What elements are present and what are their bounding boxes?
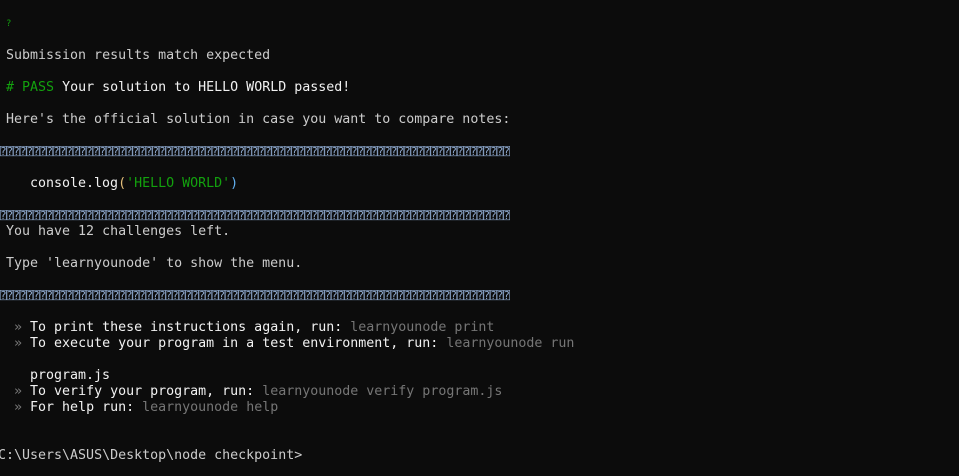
command-prompt[interactable]: C:\Users\ASUS\Desktop\node checkpoint> <box>0 448 302 464</box>
code-paren: ( <box>118 176 127 191</box>
code-paren: ) <box>230 176 239 191</box>
pass-line: # PASS Your solution to HELLO WORLD pass… <box>6 80 350 96</box>
bullet-icon: » <box>14 384 23 399</box>
instruction-print: » To print these instructions again, run… <box>14 320 494 336</box>
instruction-help: » For help run: learnyounode help <box>14 400 278 416</box>
solution-code: console.log('HELLO WORLD') <box>30 176 238 192</box>
match-message: Submission results match expected <box>6 48 271 63</box>
instruction-text: For help run: <box>30 400 135 415</box>
status-glyph-icon: ? <box>6 19 12 29</box>
instruction-text: To verify your program, run: <box>30 384 255 399</box>
menu-hint: Type 'learnyounode' to show the menu. <box>6 256 303 271</box>
separator: ⍰⍰⍰⍰⍰⍰⍰⍰⍰⍰⍰⍰⍰⍰⍰⍰⍰⍰⍰⍰⍰⍰⍰⍰⍰⍰⍰⍰⍰⍰⍰⍰⍰⍰⍰⍰⍰⍰⍰⍰… <box>0 289 510 302</box>
instruction-command: learnyounode run <box>446 336 575 351</box>
instruction-verify: » To verify your program, run: learnyoun… <box>14 384 502 400</box>
remaining-challenges: You have 12 challenges left. <box>6 224 231 239</box>
separator: ⍰⍰⍰⍰⍰⍰⍰⍰⍰⍰⍰⍰⍰⍰⍰⍰⍰⍰⍰⍰⍰⍰⍰⍰⍰⍰⍰⍰⍰⍰⍰⍰⍰⍰⍰⍰⍰⍰⍰⍰… <box>0 145 510 158</box>
bullet-icon: » <box>14 400 23 415</box>
instruction-text: To print these instructions again, run: <box>30 320 343 335</box>
instruction-text: To execute your program in a test enviro… <box>30 336 439 351</box>
instruction-command: learnyounode verify program.js <box>262 384 503 399</box>
bullet-icon: » <box>14 336 23 351</box>
official-solution-message: Here's the official solution in case you… <box>6 112 511 127</box>
instruction-run: » To execute your program in a test envi… <box>14 336 574 352</box>
code-string: 'HELLO WORLD' <box>126 176 231 191</box>
pass-message: Your solution to HELLO WORLD passed! <box>62 80 351 95</box>
instruction-command: learnyounode help <box>142 400 279 415</box>
instruction-command: learnyounode print <box>350 320 495 335</box>
instruction-run-arg: program.js <box>30 368 111 383</box>
bullet-icon: » <box>14 320 23 335</box>
separator: ⍰⍰⍰⍰⍰⍰⍰⍰⍰⍰⍰⍰⍰⍰⍰⍰⍰⍰⍰⍰⍰⍰⍰⍰⍰⍰⍰⍰⍰⍰⍰⍰⍰⍰⍰⍰⍰⍰⍰⍰… <box>0 209 510 222</box>
pass-tag: # PASS <box>6 80 55 95</box>
code-call: console.log <box>30 176 119 191</box>
